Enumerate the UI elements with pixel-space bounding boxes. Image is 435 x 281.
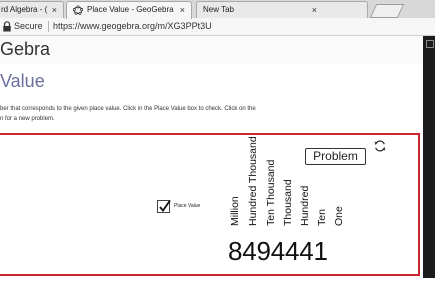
security-label[interactable]: Secure [14, 20, 43, 33]
site-header [0, 36, 423, 64]
instructions-line: n for a new problem. [0, 116, 55, 122]
address-divider [48, 21, 49, 32]
place-value-label: Hundred Thousand [247, 136, 259, 226]
close-icon[interactable]: × [180, 2, 185, 18]
site-logo-text[interactable]: Gebra [0, 38, 50, 60]
place-value-label: Hundred [299, 185, 311, 226]
place-value-one: One [333, 118, 345, 238]
tab-algebra[interactable]: rd Algebra - ( × [0, 1, 64, 19]
window-control[interactable] [426, 40, 434, 48]
place-value-hundred: Hundred [299, 118, 311, 238]
geogebra-icon [73, 5, 83, 15]
place-value-label: Ten Thousand [265, 159, 277, 226]
place-value-number: 8494441 [228, 236, 328, 266]
instructions: ber that corresponds to the given place … [0, 104, 420, 124]
instructions-line: ber that corresponds to the given place … [0, 106, 256, 112]
place-value-ten-thousand: Ten Thousand [265, 118, 277, 238]
place-value-label: One [333, 206, 345, 226]
place-value-million: Million [229, 118, 241, 238]
place-value-thousand: Thousand [282, 118, 294, 238]
place-value-label: Ten [316, 209, 328, 226]
tab-label: rd Algebra - ( [1, 5, 48, 14]
url-text[interactable]: https://www.geogebra.org/m/XG3PPt3U [53, 20, 212, 33]
page-title: Value [0, 71, 45, 91]
place-value-checkbox[interactable] [157, 199, 171, 213]
tab-label: New Tab [203, 5, 234, 14]
close-icon[interactable]: × [312, 2, 317, 18]
checkbox-label: Place Value [174, 203, 201, 209]
window-edge [423, 36, 435, 278]
place-value-ten: Ten [316, 118, 328, 238]
place-value-label: Million [229, 196, 241, 226]
tab-new-tab[interactable]: New Tab × [196, 1, 368, 19]
refresh-icon[interactable] [373, 139, 387, 153]
lock-icon [3, 21, 11, 32]
checkmark-icon [159, 199, 171, 212]
close-icon[interactable]: × [52, 2, 57, 18]
tab-place-value[interactable]: Place Value - GeoGebra × [66, 1, 192, 19]
place-value-hundred-thousand: Hundred Thousand [247, 118, 259, 238]
place-value-label: Thousand [282, 179, 294, 226]
tab-label: Place Value - GeoGebra [87, 5, 174, 14]
